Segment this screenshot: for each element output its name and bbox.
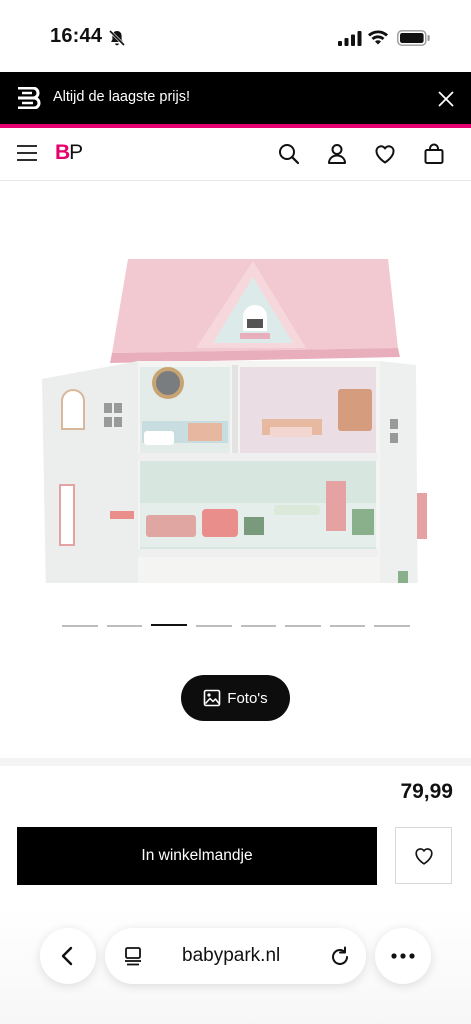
site-header: BP — [0, 128, 471, 181]
gallery-dot[interactable] — [195, 625, 232, 627]
gallery-dot[interactable] — [151, 624, 187, 626]
add-to-cart-label: In winkelmandje — [141, 847, 253, 864]
battery-icon — [397, 30, 430, 46]
chevron-left-icon — [61, 946, 73, 966]
wishlist-button[interactable] — [395, 827, 452, 884]
address-bar[interactable]: babypark.nl — [105, 928, 366, 984]
brand-logo-b: B — [55, 141, 70, 164]
browser-back-button[interactable] — [40, 928, 96, 984]
status-bar: 16:44 — [0, 0, 471, 72]
promo-banner: Altijd de laagste prijs! — [0, 72, 471, 124]
browser-more-button[interactable] — [375, 928, 431, 984]
heart-icon[interactable] — [373, 142, 397, 166]
wifi-icon — [368, 30, 388, 45]
gallery-pagination[interactable] — [62, 624, 410, 627]
close-icon[interactable] — [436, 89, 456, 109]
brand-logo[interactable]: BP — [55, 141, 83, 165]
gallery-dot[interactable] — [240, 625, 277, 627]
product-price: 79,99 — [400, 780, 453, 803]
brand-logo-p: P — [69, 141, 83, 164]
gallery-dot[interactable] — [62, 625, 98, 627]
tabs-icon[interactable] — [123, 946, 143, 966]
mute-bell-icon — [108, 29, 126, 47]
bag-icon[interactable] — [422, 142, 446, 166]
promo-text: Altijd de laagste prijs! — [53, 89, 191, 105]
status-time: 16:44 — [50, 25, 103, 47]
gallery-dot[interactable] — [285, 625, 321, 627]
heart-icon — [414, 847, 433, 865]
section-divider — [0, 758, 471, 766]
gallery-dot[interactable] — [374, 625, 410, 627]
browser-toolbar: babypark.nl — [0, 905, 471, 1024]
product-image-dollhouse[interactable] — [38, 253, 434, 583]
photos-button-label: Foto's — [227, 689, 268, 707]
gallery-dot[interactable] — [106, 625, 143, 627]
account-icon[interactable] — [325, 142, 349, 166]
menu-icon[interactable] — [16, 143, 38, 163]
search-icon[interactable] — [277, 142, 301, 166]
add-to-cart-button[interactable]: In winkelmandje — [17, 827, 377, 885]
brand-logo-icon — [18, 87, 41, 109]
photos-button[interactable]: Foto's — [181, 675, 290, 721]
address-url: babypark.nl — [182, 945, 281, 966]
product-gallery[interactable]: Foto's — [0, 181, 471, 758]
image-icon — [203, 689, 221, 707]
reload-icon[interactable] — [329, 945, 351, 967]
signal-icon — [338, 31, 362, 46]
gallery-dot[interactable] — [329, 625, 366, 627]
more-icon — [391, 953, 415, 959]
